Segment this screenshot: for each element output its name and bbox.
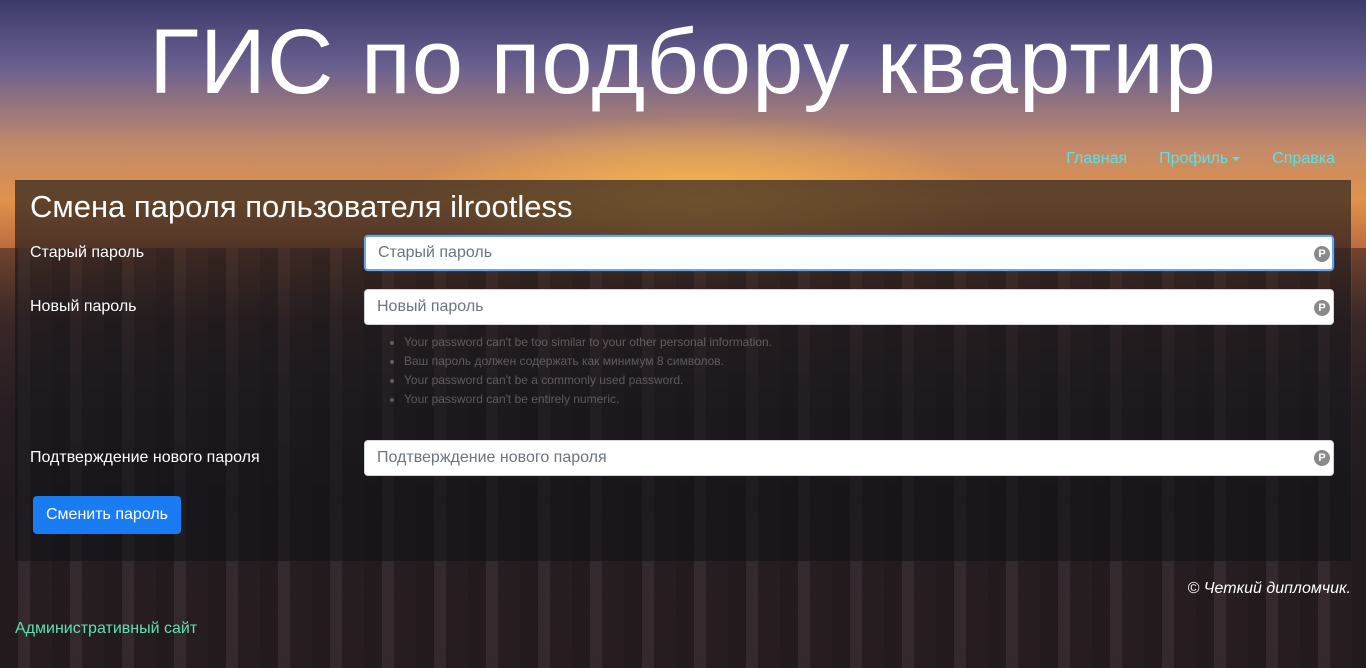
confirm-password-input[interactable] [364, 440, 1334, 476]
copyright-text: © Четкий дипломчик. [1187, 580, 1351, 597]
top-nav: Главная Профиль Справка [1066, 150, 1335, 168]
password-manager-icon[interactable]: P [1314, 300, 1330, 316]
password-change-panel: Смена пароля пользователя ilrootless Ста… [15, 180, 1351, 561]
caret-down-icon [1232, 156, 1241, 161]
confirm-password-label: Подтверждение нового пароля [30, 449, 260, 466]
change-password-button[interactable]: Сменить пароль [33, 496, 182, 534]
new-password-input[interactable] [364, 289, 1334, 325]
old-password-input[interactable] [364, 235, 1334, 271]
password-manager-icon[interactable]: P [1314, 450, 1330, 466]
nav-home-link[interactable]: Главная [1066, 150, 1127, 168]
password-help-list: Your password can't be too similar to yo… [388, 333, 772, 409]
admin-site-link[interactable]: Административный сайт [15, 620, 197, 638]
nav-profile-label: Профиль [1159, 150, 1229, 167]
help-item: Your password can't be entirely numeric. [404, 390, 772, 409]
new-password-label: Новый пароль [30, 298, 137, 315]
form-heading: Смена пароля пользователя ilrootless [30, 189, 573, 224]
site-title: ГИС по подбору квартир [149, 11, 1217, 113]
old-password-label: Старый пароль [30, 244, 145, 261]
nav-profile-dropdown[interactable]: Профиль [1159, 150, 1241, 168]
help-item: Ваш пароль должен содержать как минимум … [404, 352, 772, 371]
help-item: Your password can't be a commonly used p… [404, 371, 772, 390]
nav-help-link[interactable]: Справка [1272, 150, 1335, 168]
help-item: Your password can't be too similar to yo… [404, 333, 772, 352]
password-manager-icon[interactable]: P [1314, 246, 1330, 262]
